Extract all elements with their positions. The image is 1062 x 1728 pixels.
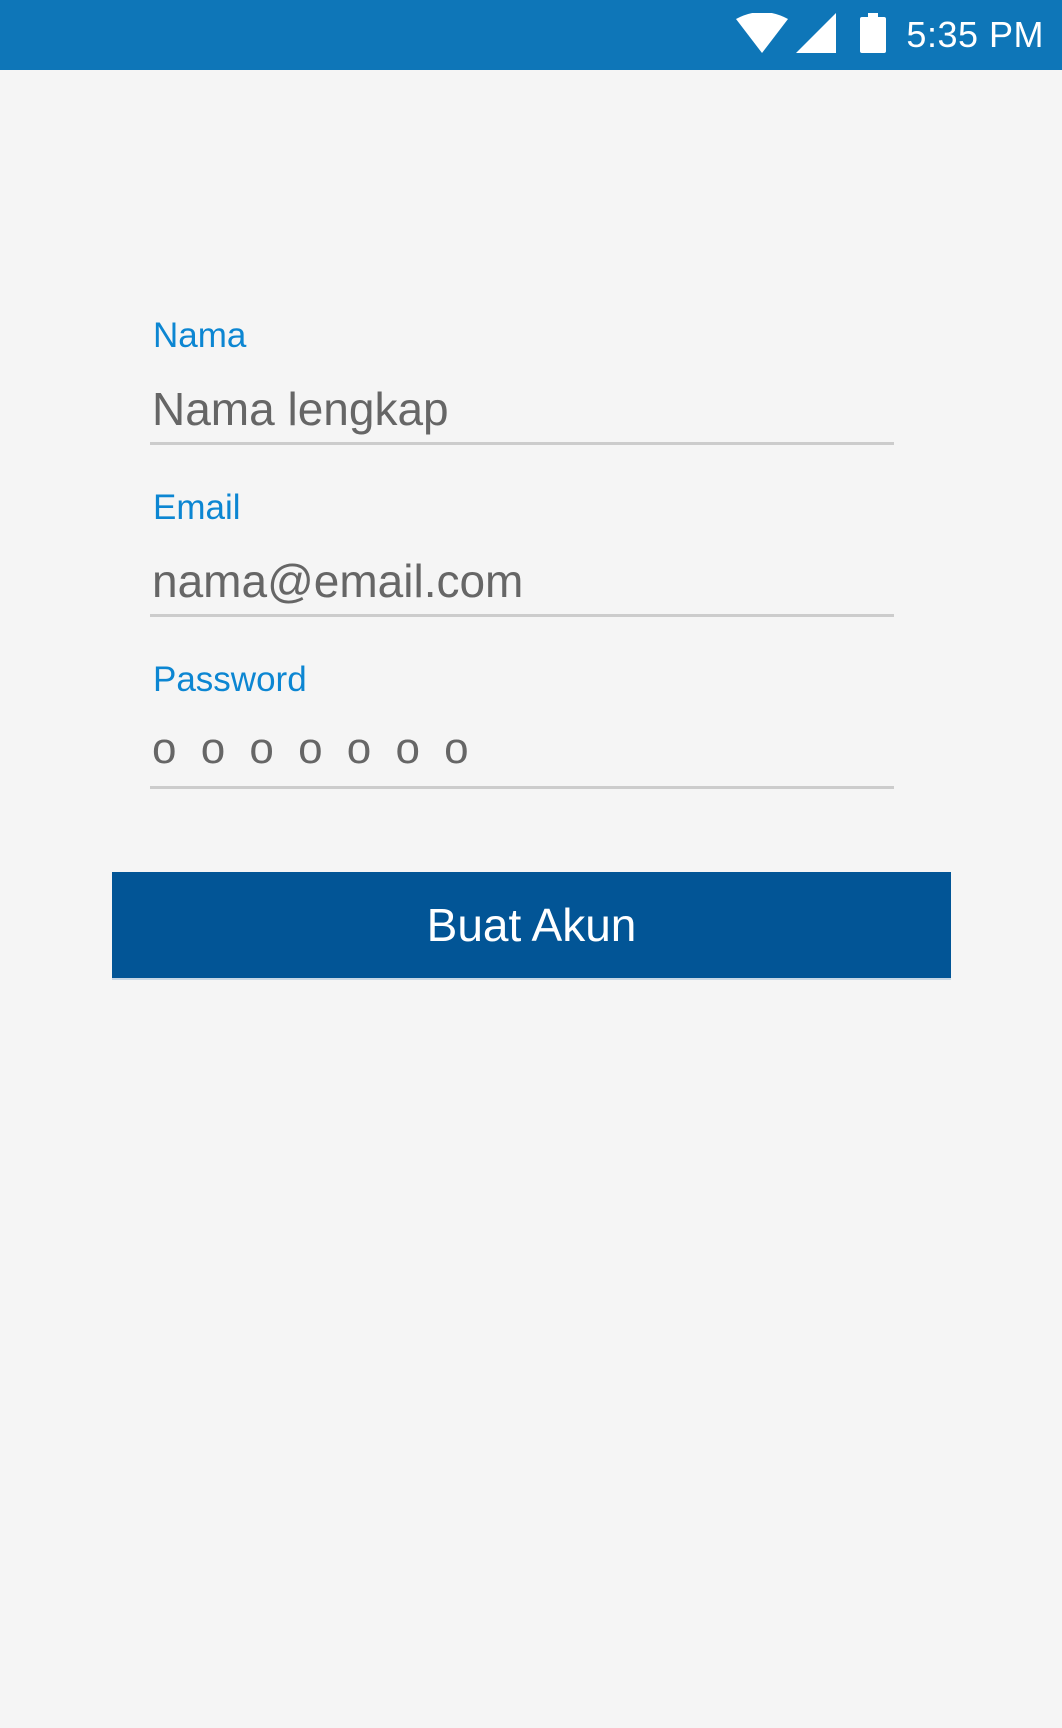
email-input[interactable]: [150, 547, 894, 617]
name-label: Nama: [153, 316, 247, 355]
password-mask: o o o o o o o: [152, 724, 475, 773]
battery-icon: [860, 12, 887, 58]
wifi-icon: [736, 11, 789, 58]
signal-icon: [796, 12, 837, 58]
email-label: Email: [153, 488, 241, 527]
create-account-button[interactable]: Buat Akun: [112, 872, 951, 980]
password-input[interactable]: o o o o o o o: [150, 719, 894, 789]
status-icons: 5:35 PM: [736, 0, 1044, 70]
password-label: Password: [153, 660, 307, 699]
status-time: 5:35 PM: [906, 14, 1044, 55]
name-input[interactable]: [150, 375, 894, 445]
status-bar: 5:35 PM: [0, 0, 1062, 70]
